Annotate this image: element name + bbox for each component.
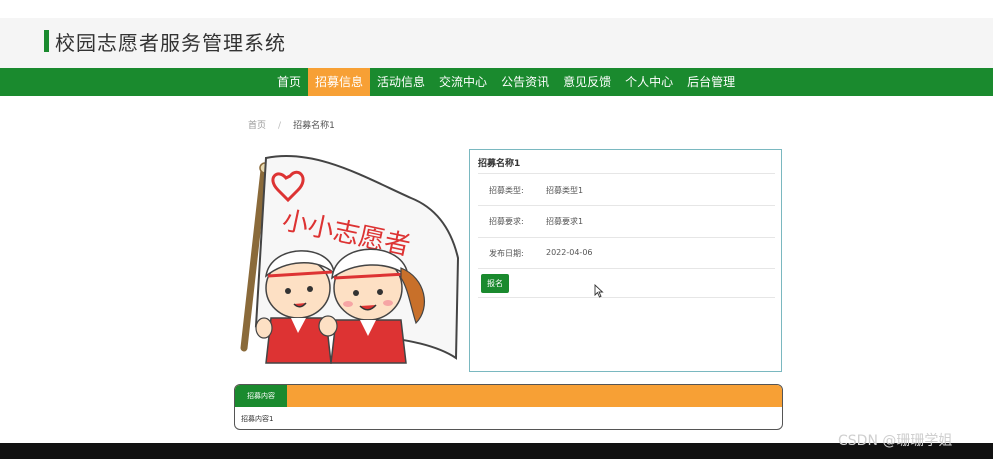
type-value: 招募类型1 xyxy=(546,186,584,195)
breadcrumb-separator: / xyxy=(278,121,282,131)
nav-item-home[interactable]: 首页 xyxy=(270,68,308,96)
nav-item-news[interactable]: 公告资讯 xyxy=(494,68,556,96)
volunteer-illustration: 小小志愿者 xyxy=(236,148,462,374)
nav-item-admin[interactable]: 后台管理 xyxy=(680,68,742,96)
nav-item-forum[interactable]: 交流中心 xyxy=(432,68,494,96)
breadcrumb-home[interactable]: 首页 xyxy=(248,121,266,131)
main-nav: 首页 招募信息 活动信息 交流中心 公告资讯 意见反馈 个人中心 后台管理 xyxy=(0,68,993,96)
tab-recruitment-content[interactable]: 招募内容 xyxy=(235,385,287,407)
mouse-cursor-icon xyxy=(594,284,604,298)
divider xyxy=(478,205,775,206)
requirement-value: 招募要求1 xyxy=(546,217,584,226)
nav-item-activities[interactable]: 活动信息 xyxy=(370,68,432,96)
breadcrumb: 首页 / 招募名称1 xyxy=(248,118,335,131)
nav-item-recruitment[interactable]: 招募信息 xyxy=(308,68,371,96)
recruitment-detail-panel: 招募名称1 招募类型: 招募类型1 招募要求: 招募要求1 发布日期: 2022… xyxy=(469,149,782,372)
recruitment-content-section: 招募内容 招募内容1 xyxy=(234,384,783,430)
site-title: 校园志愿者服务管理系统 xyxy=(55,31,286,55)
signup-button[interactable]: 报名 xyxy=(481,274,509,293)
breadcrumb-current: 招募名称1 xyxy=(293,121,335,131)
divider xyxy=(478,268,775,269)
date-label: 发布日期: xyxy=(489,249,524,258)
requirement-label: 招募要求: xyxy=(489,217,524,226)
top-header: 校园志愿者服务管理系统 xyxy=(0,18,993,68)
nav-item-feedback[interactable]: 意见反馈 xyxy=(556,68,618,96)
brand-accent-bar xyxy=(44,30,49,52)
nav-item-profile[interactable]: 个人中心 xyxy=(618,68,680,96)
divider xyxy=(478,173,775,174)
date-value: 2022-04-06 xyxy=(546,248,593,257)
recruitment-title: 招募名称1 xyxy=(478,159,521,169)
content-header: 招募内容 xyxy=(235,385,782,407)
recruitment-content-text: 招募内容1 xyxy=(241,415,274,423)
divider xyxy=(478,237,775,238)
watermark: CSDN @珊珊学姐 xyxy=(838,433,953,449)
type-label: 招募类型: xyxy=(489,186,524,195)
divider xyxy=(478,297,775,298)
